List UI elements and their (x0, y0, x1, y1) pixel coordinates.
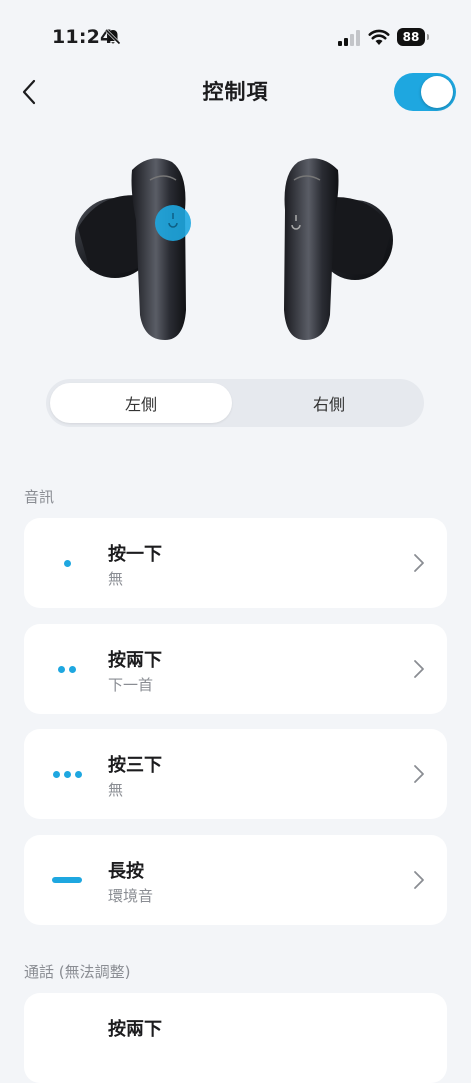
left-earbud (75, 158, 191, 340)
control-row-triple-tap[interactable]: 按三下 無 (24, 729, 447, 819)
controls-enable-toggle[interactable] (394, 73, 456, 111)
wifi-icon (368, 29, 390, 45)
control-title: 按三下 (108, 755, 162, 776)
battery-icon: 88 (397, 28, 429, 46)
bell-muted-icon (105, 29, 121, 45)
call-control-row-double-tap: 按兩下 (24, 993, 447, 1083)
control-title: 按兩下 (108, 650, 162, 671)
single-dot-icon (50, 518, 84, 608)
chevron-right-icon (414, 871, 424, 889)
control-title: 按兩下 (108, 1019, 162, 1040)
battery-level: 88 (402, 30, 420, 44)
section-heading-audio: 音訊 (24, 488, 55, 506)
earbud-side-selector: 左側 右側 (46, 379, 424, 427)
control-row-single-tap[interactable]: 按一下 無 (24, 518, 447, 608)
control-row-double-tap[interactable]: 按兩下 下一首 (24, 624, 447, 714)
control-value: 下一首 (108, 676, 154, 694)
control-value: 無 (108, 781, 124, 799)
tab-left-earbud[interactable]: 左側 (50, 383, 232, 423)
double-dot-icon (50, 624, 84, 714)
section-heading-calls: 通話 (無法調整) (24, 963, 131, 981)
triple-dot-icon (50, 729, 84, 819)
long-press-dash-icon (50, 835, 84, 925)
earbuds-illustration (75, 158, 393, 340)
status-bar: 11:24 88 (0, 0, 471, 72)
chevron-right-icon (414, 554, 424, 572)
control-title: 按一下 (108, 544, 162, 565)
chevron-right-icon (414, 765, 424, 783)
control-title: 長按 (108, 861, 144, 882)
cellular-signal-icon (338, 30, 360, 46)
toggle-knob (421, 76, 453, 108)
chevron-right-icon (414, 660, 424, 678)
tab-right-earbud[interactable]: 右側 (238, 383, 420, 423)
control-value: 無 (108, 570, 124, 588)
control-value: 環境音 (108, 887, 154, 905)
right-earbud (284, 158, 393, 340)
control-row-long-press[interactable]: 長按 環境音 (24, 835, 447, 925)
